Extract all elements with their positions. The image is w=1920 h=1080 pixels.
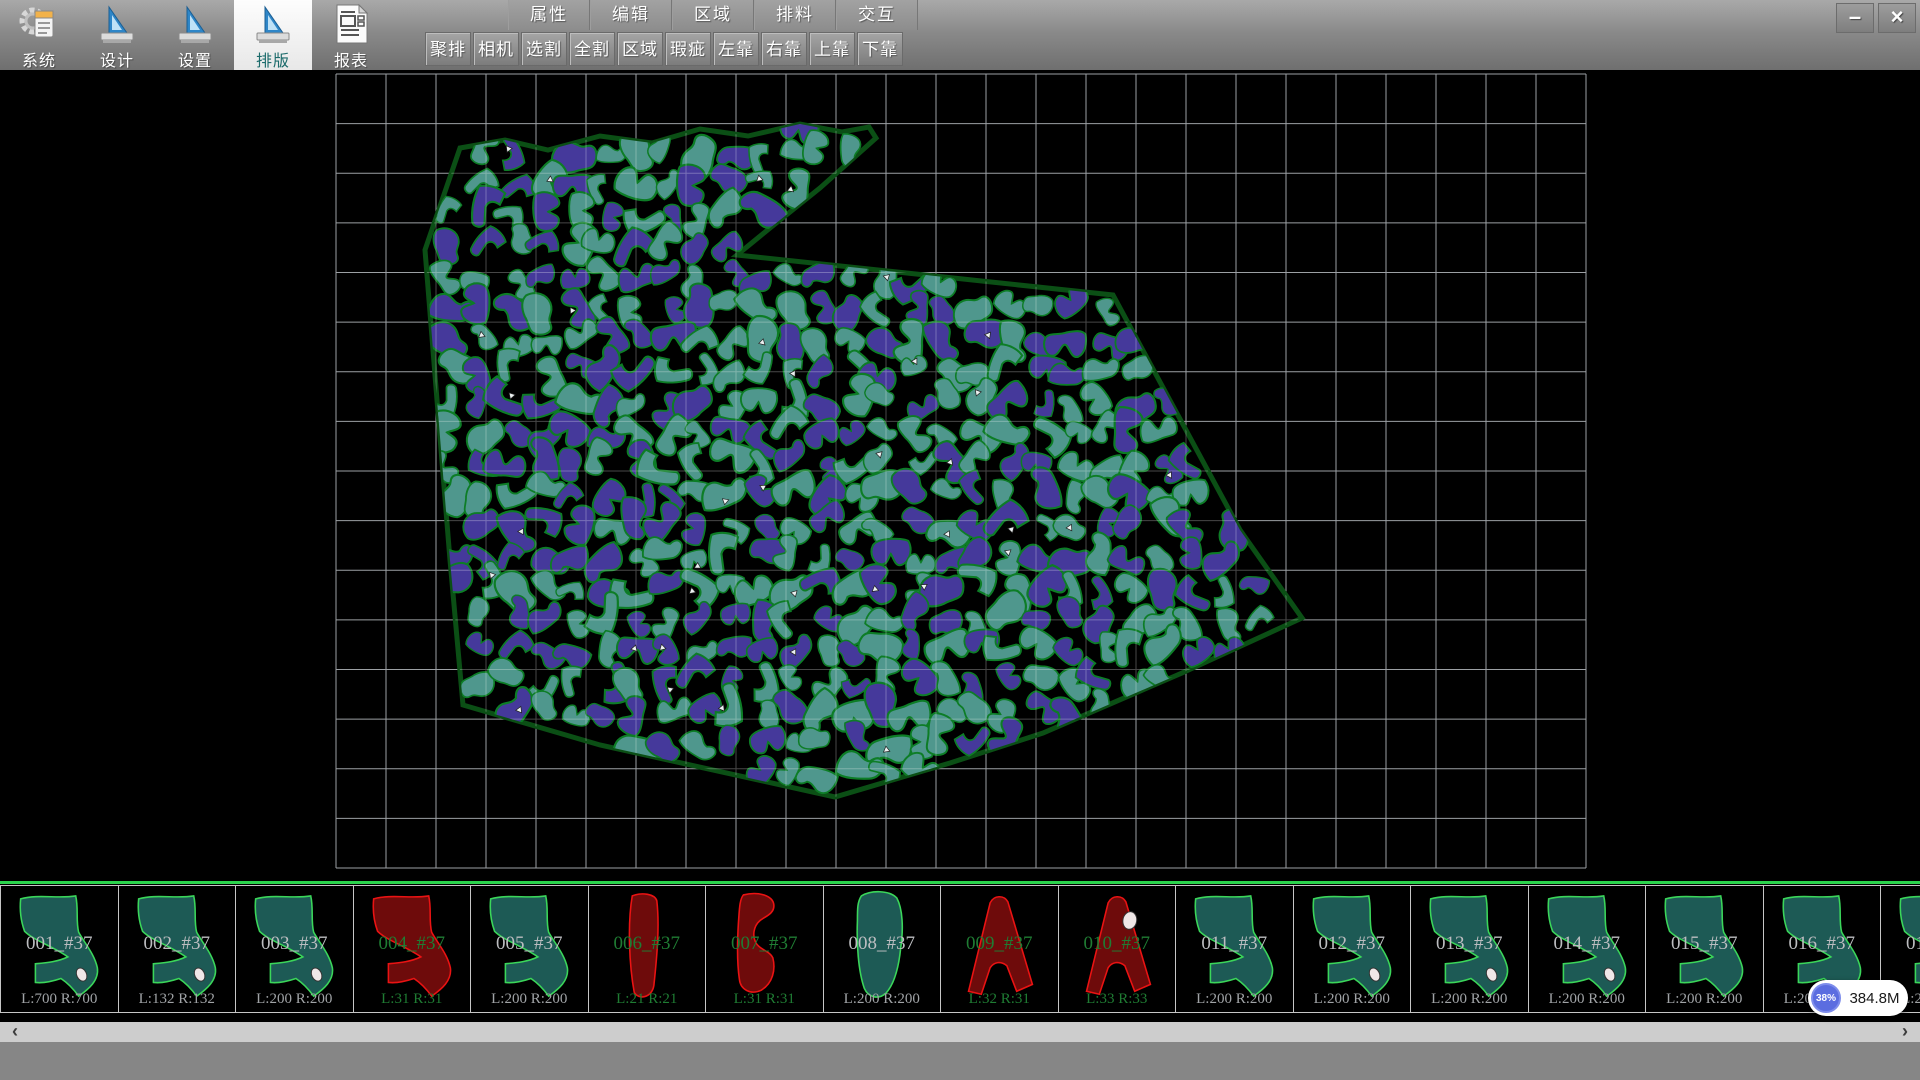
thumbnail-label: 016_#37 (1764, 933, 1881, 955)
app-tab-2[interactable]: 设计 (78, 0, 156, 70)
piece-filmstrip: 001_#37L:700 R:700002_#37L:132 R:132003_… (0, 872, 1920, 1022)
app-tab-1[interactable]: 系统 (0, 0, 78, 70)
app-tab-5[interactable]: 报表 (312, 0, 390, 70)
filmstrip-accent-line (0, 881, 1920, 884)
action-button-10[interactable]: 下靠 (857, 32, 903, 66)
thumbnail-cell-8[interactable]: 008_#37 L:200 R:200 (823, 885, 942, 1013)
thumbnail-cell-7[interactable]: 007_#37 L:31 R:31 (705, 885, 824, 1013)
thumbnail-cell-2[interactable]: 002_#37 L:132 R:132 (118, 885, 237, 1013)
app-tab-label: 系统 (22, 47, 56, 70)
action-button-7[interactable]: 左靠 (713, 32, 759, 66)
thumbnail-cell-1[interactable]: 001_#37 L:700 R:700 (0, 885, 119, 1013)
thumbnail-label: 017_#37 (1881, 933, 1920, 955)
status-bar (0, 1042, 1920, 1080)
thumbnail-cell-4[interactable]: 004_#37 L:31 R:31 (353, 885, 472, 1013)
thumbnail-label: 013_#37 (1411, 933, 1528, 955)
thumbnail-lr-count: L:31 R:31 (354, 991, 471, 1008)
ruler-icon (95, 3, 139, 45)
report-icon (329, 3, 373, 45)
progress-badge: 38% (1811, 983, 1841, 1013)
thumbnail-cell-11[interactable]: 011_#37 L:200 R:200 (1175, 885, 1294, 1013)
action-button-3[interactable]: 选割 (521, 32, 567, 66)
thumbnail-lr-count: L:700 R:700 (1, 991, 118, 1008)
thumbnail-label: 001_#37 (1, 933, 118, 955)
action-button-1[interactable]: 聚排 (425, 32, 471, 66)
thumbnail-lr-count: L:32 R:31 (941, 991, 1058, 1008)
thumbnail-lr-count: L:200 R:200 (1294, 991, 1411, 1008)
window-controls: – × (1836, 3, 1916, 33)
close-button[interactable]: × (1878, 3, 1916, 33)
thumbnail-cell-15[interactable]: 015_#37 L:200 R:200 (1645, 885, 1764, 1013)
progress-pill: 38% 384.8M (1808, 980, 1908, 1016)
thumbnail-label: 011_#37 (1176, 933, 1293, 955)
thumbnail-label: 002_#37 (119, 933, 236, 955)
action-toolbar: 聚排相机选割全割区域瑕疵左靠右靠上靠下靠 (425, 32, 903, 68)
menu-tab-5[interactable]: 交互 (836, 0, 918, 30)
thumbnail-cell-14[interactable]: 014_#37 L:200 R:200 (1528, 885, 1647, 1013)
thumbnail-label: 010_#37 (1059, 933, 1176, 955)
ruler-icon (251, 3, 295, 45)
top-toolbar: 系统设计设置排版报表 属性编辑区域排料交互 聚排相机选割全割区域瑕疵左靠右靠上靠… (0, 0, 1920, 70)
action-button-4[interactable]: 全割 (569, 32, 615, 66)
thumbnail-lr-count: L:200 R:200 (1529, 991, 1646, 1008)
filmstrip-cells: 001_#37L:700 R:700002_#37L:132 R:132003_… (0, 885, 1920, 1015)
app-tabs: 系统 设计 设置 排版 报表 (0, 0, 390, 70)
menu-tab-1[interactable]: 属性 (508, 0, 590, 30)
action-button-5[interactable]: 区域 (617, 32, 663, 66)
scroll-right-arrow[interactable]: › (1890, 1022, 1920, 1042)
filmstrip-scrollbar[interactable]: ‹ › (0, 1022, 1920, 1042)
scroll-left-arrow[interactable]: ‹ (0, 1022, 30, 1042)
thumbnail-label: 015_#37 (1646, 933, 1763, 955)
thumbnail-label: 008_#37 (824, 933, 941, 955)
thumbnail-label: 012_#37 (1294, 933, 1411, 955)
app-tab-label: 排版 (256, 47, 290, 70)
thumbnail-lr-count: L:31 R:31 (706, 991, 823, 1008)
action-button-8[interactable]: 右靠 (761, 32, 807, 66)
thumbnail-label: 004_#37 (354, 933, 471, 955)
thumbnail-lr-count: L:200 R:200 (471, 991, 588, 1008)
thumbnail-label: 006_#37 (589, 933, 706, 955)
memory-usage-label: 384.8M (1841, 990, 1908, 1007)
thumbnail-label: 005_#37 (471, 933, 588, 955)
minimize-button[interactable]: – (1836, 3, 1874, 33)
thumbnail-lr-count: L:132 R:132 (119, 991, 236, 1008)
thumbnail-lr-count: L:33 R:33 (1059, 991, 1176, 1008)
thumbnail-label: 014_#37 (1529, 933, 1646, 955)
nesting-canvas[interactable] (0, 70, 1920, 872)
thumbnail-lr-count: L:200 R:200 (1411, 991, 1528, 1008)
app-tab-4[interactable]: 排版 (234, 0, 312, 70)
thumbnail-lr-count: L:21 R:21 (589, 991, 706, 1008)
app-tab-label: 报表 (334, 47, 368, 70)
menu-tab-3[interactable]: 区域 (672, 0, 754, 30)
action-button-9[interactable]: 上靠 (809, 32, 855, 66)
app-tab-3[interactable]: 设置 (156, 0, 234, 70)
thumbnail-cell-9[interactable]: 009_#37 L:32 R:31 (940, 885, 1059, 1013)
thumbnail-lr-count: L:200 R:200 (1646, 991, 1763, 1008)
menu-tab-2[interactable]: 编辑 (590, 0, 672, 30)
ruler-icon (173, 3, 217, 45)
thumbnail-lr-count: L:200 R:200 (1176, 991, 1293, 1008)
app-tab-label: 设计 (100, 47, 134, 70)
action-button-2[interactable]: 相机 (473, 32, 519, 66)
thumbnail-label: 007_#37 (706, 933, 823, 955)
thumbnail-cell-5[interactable]: 005_#37 L:200 R:200 (470, 885, 589, 1013)
thumbnail-lr-count: L:200 R:200 (236, 991, 353, 1008)
gear-notes-icon (17, 3, 61, 45)
nesting-app-window: { "window": {"minimize_label": "–", "clo… (0, 0, 1920, 1080)
thumbnail-cell-13[interactable]: 013_#37 L:200 R:200 (1410, 885, 1529, 1013)
thumbnail-label: 009_#37 (941, 933, 1058, 955)
menu-tabs: 属性编辑区域排料交互 (508, 0, 918, 30)
app-tab-label: 设置 (178, 47, 212, 70)
thumbnail-cell-3[interactable]: 003_#37 L:200 R:200 (235, 885, 354, 1013)
thumbnail-cell-6[interactable]: 006_#37 L:21 R:21 (588, 885, 707, 1013)
thumbnail-lr-count: L:200 R:200 (824, 991, 941, 1008)
thumbnail-cell-12[interactable]: 012_#37 L:200 R:200 (1293, 885, 1412, 1013)
thumbnail-label: 003_#37 (236, 933, 353, 955)
thumbnail-cell-10[interactable]: 010_#37 L:33 R:33 (1058, 885, 1177, 1013)
action-button-6[interactable]: 瑕疵 (665, 32, 711, 66)
menu-tab-4[interactable]: 排料 (754, 0, 836, 30)
